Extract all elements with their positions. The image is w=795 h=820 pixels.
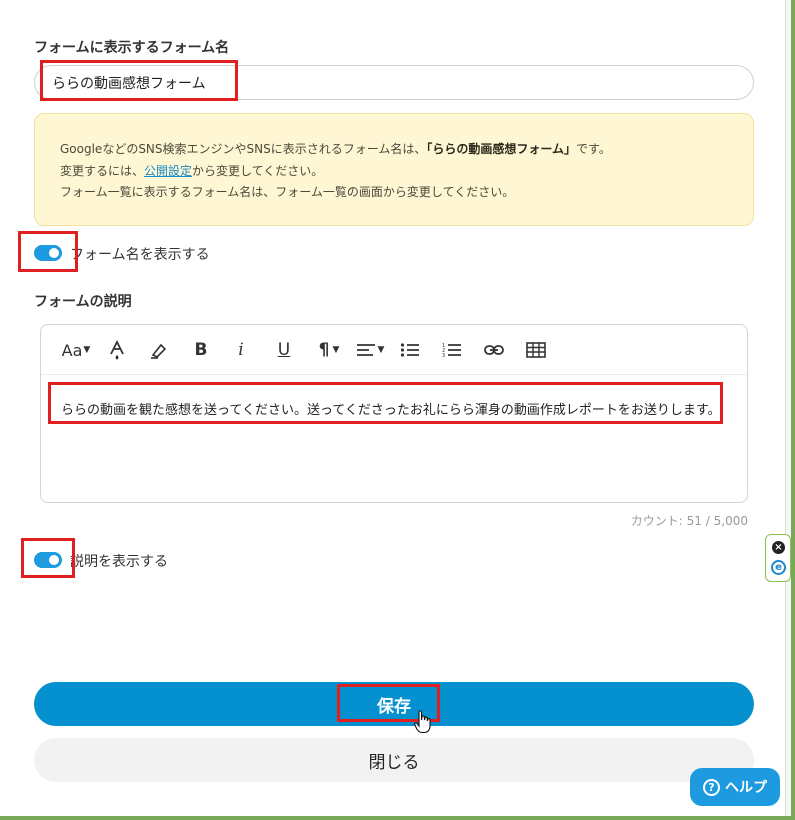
- font-size-icon: Aa: [61, 340, 83, 360]
- font-size-button[interactable]: Aa ▼: [59, 339, 93, 361]
- save-button[interactable]: 保存: [34, 682, 754, 726]
- bullet-list-icon[interactable]: [399, 339, 421, 361]
- notice-line-2-prefix: 変更するには、: [60, 164, 145, 178]
- paragraph-icon: ¶: [318, 340, 330, 360]
- count-max: 5,000: [713, 514, 748, 528]
- form-name-value[interactable]: ららの動画感想フォーム: [52, 73, 206, 93]
- show-description-label: 説明を表示する: [70, 554, 168, 570]
- svg-text:3: 3: [442, 353, 445, 358]
- highlight-color-icon[interactable]: [147, 339, 171, 361]
- count-value: 51: [686, 514, 702, 528]
- description-editor[interactable]: Aa ▼ B i U ¶ ▼ ▼ 123 ららの動画を観た感想を送ってください。送っ…: [40, 324, 748, 503]
- notice-line-1: GoogleなどのSNS検索エンジンやSNSに表示されるフォーム名は、「ららの動…: [60, 140, 611, 157]
- help-icon: ?: [703, 778, 720, 796]
- notice-form-name: 「ららの動画感想フォーム」: [426, 142, 577, 156]
- description-text[interactable]: ららの動画を観た感想を送ってください。送ってくださったお礼にらら渾身の動画作成レ…: [61, 399, 721, 418]
- extension-icon[interactable]: e: [771, 560, 786, 575]
- table-icon[interactable]: [525, 339, 547, 361]
- window-bottom-border: [0, 816, 795, 820]
- public-settings-link[interactable]: 公開設定: [144, 164, 192, 178]
- numbered-list-icon[interactable]: 123: [441, 339, 463, 361]
- hand-cursor-icon: [414, 710, 431, 734]
- toggle-knob: [49, 248, 59, 258]
- show-description-toggle[interactable]: [34, 552, 62, 568]
- close-button-label: 閉じる: [368, 752, 420, 773]
- notice-line-1-suffix: です。: [576, 142, 611, 156]
- form-name-label: フォームに表示するフォーム名: [34, 40, 230, 56]
- count-separator: /: [705, 514, 710, 528]
- show-form-name-toggle[interactable]: [34, 245, 62, 261]
- form-name-notice: GoogleなどのSNS検索エンジンやSNSに表示されるフォーム名は、「ららの動…: [34, 113, 754, 226]
- toggle-knob: [49, 555, 59, 565]
- underline-button[interactable]: U: [275, 339, 293, 361]
- help-button-label: ヘルプ: [725, 780, 767, 796]
- help-button[interactable]: ? ヘルプ: [690, 768, 780, 806]
- editor-toolbar: Aa ▼ B i U ¶ ▼ ▼ 123: [41, 325, 747, 375]
- side-extension-widget: × e: [765, 534, 791, 582]
- window-border: [791, 0, 795, 820]
- description-label: フォームの説明: [34, 294, 132, 310]
- count-label: カウント:: [630, 514, 683, 528]
- align-button[interactable]: ▼: [353, 339, 387, 361]
- character-count: カウント: 51 / 5,000: [631, 512, 748, 529]
- notice-line-3: フォーム一覧に表示するフォーム名は、フォーム一覧の画面から変更してください。: [60, 185, 515, 199]
- show-form-name-label: フォーム名を表示する: [70, 247, 210, 263]
- save-button-label: 保存: [377, 696, 411, 717]
- notice-line-1-prefix: GoogleなどのSNS検索エンジンやSNSに表示されるフォーム名は、: [60, 142, 427, 156]
- link-icon[interactable]: [483, 339, 505, 361]
- notice-line-2: 変更するには、公開設定から変更してください。: [60, 162, 323, 179]
- close-circle-icon[interactable]: ×: [772, 541, 785, 554]
- close-button[interactable]: 閉じる: [34, 738, 754, 782]
- notice-line-2-suffix: から変更してください。: [192, 164, 324, 178]
- italic-button[interactable]: i: [233, 339, 249, 361]
- text-color-icon[interactable]: [107, 339, 127, 361]
- paragraph-button[interactable]: ¶ ▼: [313, 339, 345, 361]
- bold-button[interactable]: B: [191, 339, 211, 361]
